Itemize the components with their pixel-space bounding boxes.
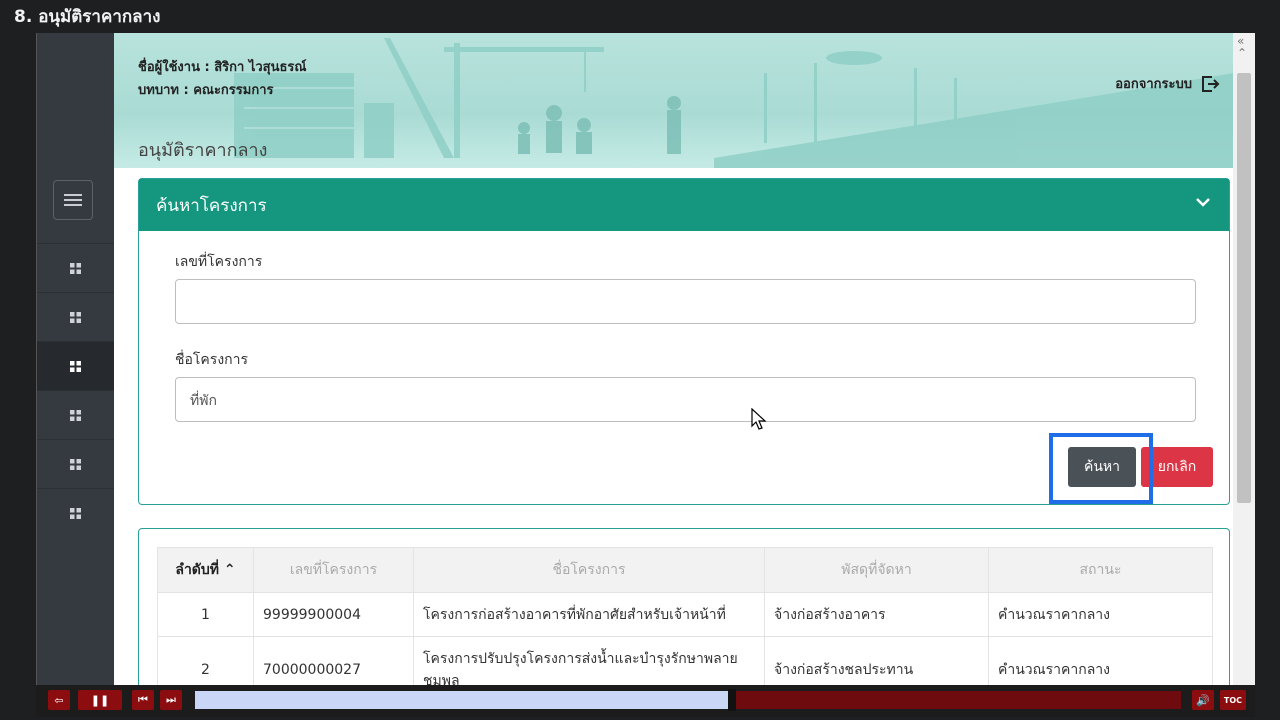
progress-fill	[195, 691, 732, 709]
column-header-procurement[interactable]: พัสดุที่จัดหา	[764, 547, 989, 593]
grid-icon	[70, 311, 81, 323]
user-name: ชื่อผู้ใช้งาน : สิริกา ไวสุนธรณ์	[138, 60, 307, 75]
cell-procurement: จ้างก่อสร้างอาคาร	[764, 592, 989, 637]
toc-button[interactable]: TOC	[1220, 690, 1246, 710]
grid-icon	[70, 409, 81, 421]
cell-procurement: จ้างก่อสร้างชลประทาน	[764, 636, 989, 685]
results-table: ลำดับที่ ⌃ เลขที่โครงการ ชื่อโครงการ พัส…	[157, 547, 1213, 685]
project-name-label: ชื่อโครงการ	[175, 352, 249, 368]
sidebar-item-6[interactable]	[37, 488, 114, 537]
cell-project-no: 99999900004	[253, 592, 414, 637]
scroll-up-icon[interactable]: «⌃	[1237, 35, 1247, 59]
grid-icon	[70, 458, 81, 470]
exit-icon: ⇦	[54, 693, 64, 707]
mouse-cursor-icon	[751, 408, 767, 430]
next-button[interactable]: ⏭	[160, 690, 182, 710]
scrollbar-thumb[interactable]	[1237, 73, 1251, 503]
cell-status: คำนวณราคากลาง	[988, 636, 1213, 685]
chevron-down-icon[interactable]	[1195, 197, 1211, 207]
cell-project-name: โครงการปรับปรุงโครงการส่งน้ำและบำรุงรักษ…	[413, 636, 765, 685]
user-role: บทบาท : คณะกรรมการ	[138, 83, 274, 98]
pause-icon: ❚❚	[90, 693, 110, 707]
video-player-bar: ⇦ ❚❚ ⏮ ⏭ 🔊 TOC	[36, 685, 1255, 717]
skip-forward-icon: ⏭	[166, 693, 176, 706]
exit-button[interactable]: ⇦	[48, 690, 70, 710]
project-name-input[interactable]: ที่พัก	[175, 377, 1196, 422]
highlight-box	[1049, 433, 1153, 504]
column-header-status[interactable]: สถานะ	[988, 547, 1213, 593]
grid-icon	[70, 262, 81, 274]
sort-up-icon: ⌃	[223, 562, 236, 578]
app-frame: ชื่อผู้ใช้งาน : สิริกา ไวสุนธรณ์ บทบาท :…	[36, 33, 1255, 685]
volume-button[interactable]: 🔊	[1192, 690, 1214, 710]
logout-button[interactable]: ออกจากระบบ	[1115, 73, 1220, 94]
progress-handle[interactable]	[728, 689, 736, 711]
search-card-header[interactable]: ค้นหาโครงการ	[139, 179, 1229, 231]
sidebar-item-3[interactable]	[37, 341, 114, 390]
sidebar-item-5[interactable]	[37, 439, 114, 488]
cell-status: คำนวณราคากลาง	[988, 592, 1213, 637]
column-header-order[interactable]: ลำดับที่ ⌃	[157, 547, 254, 593]
progress-track[interactable]	[195, 689, 1181, 711]
logout-icon	[1202, 75, 1220, 92]
lesson-title-bar: 8. อนุมัติราคากลาง	[0, 0, 1280, 33]
grid-icon	[70, 507, 81, 519]
cell-order: 1	[157, 592, 254, 637]
hamburger-icon	[64, 194, 82, 206]
header-banner: ชื่อผู้ใช้งาน : สิริกา ไวสุนธรณ์ บทบาท :…	[114, 33, 1234, 168]
column-header-project-no[interactable]: เลขที่โครงการ	[253, 547, 414, 593]
menu-toggle-button[interactable]	[53, 180, 93, 220]
table-row[interactable]: 1 99999900004 โครงการก่อสร้างอาคารที่พัก…	[157, 592, 1213, 637]
sidebar	[37, 33, 114, 685]
user-info: ชื่อผู้ใช้งาน : สิริกา ไวสุนธรณ์ บทบาท :…	[138, 56, 306, 102]
logout-label: ออกจากระบบ	[1115, 77, 1192, 92]
search-card-title: ค้นหาโครงการ	[156, 196, 267, 216]
sidebar-item-1[interactable]	[37, 243, 114, 292]
previous-button[interactable]: ⏮	[132, 690, 154, 710]
project-no-input[interactable]	[175, 279, 1196, 324]
sidebar-item-2[interactable]	[37, 292, 114, 341]
page-title: อนุมัติราคากลาง	[138, 140, 268, 161]
project-no-label: เลขที่โครงการ	[175, 254, 263, 270]
grid-icon	[70, 360, 81, 372]
column-header-project-name[interactable]: ชื่อโครงการ	[413, 547, 765, 593]
sidebar-item-4[interactable]	[37, 390, 114, 439]
results-card: ลำดับที่ ⌃ เลขที่โครงการ ชื่อโครงการ พัส…	[138, 528, 1230, 685]
skip-back-icon: ⏮	[138, 693, 148, 706]
cell-project-name: โครงการก่อสร้างอาคารที่พักอาศัยสำหรับเจ้…	[413, 592, 765, 637]
table-row[interactable]: 2 70000000027 โครงการปรับปรุงโครงการส่งน…	[157, 636, 1213, 685]
search-card: ค้นหาโครงการ เลขที่โครงการ ชื่อโครงการ ท…	[138, 178, 1230, 505]
cell-project-no: 70000000027	[253, 636, 414, 685]
pause-button[interactable]: ❚❚	[78, 690, 122, 710]
page-scrollbar[interactable]: «⌃	[1233, 33, 1255, 685]
cell-order: 2	[157, 636, 254, 685]
lesson-title: 8. อนุมัติราคากลาง	[14, 7, 161, 27]
speaker-icon: 🔊	[1196, 693, 1210, 707]
